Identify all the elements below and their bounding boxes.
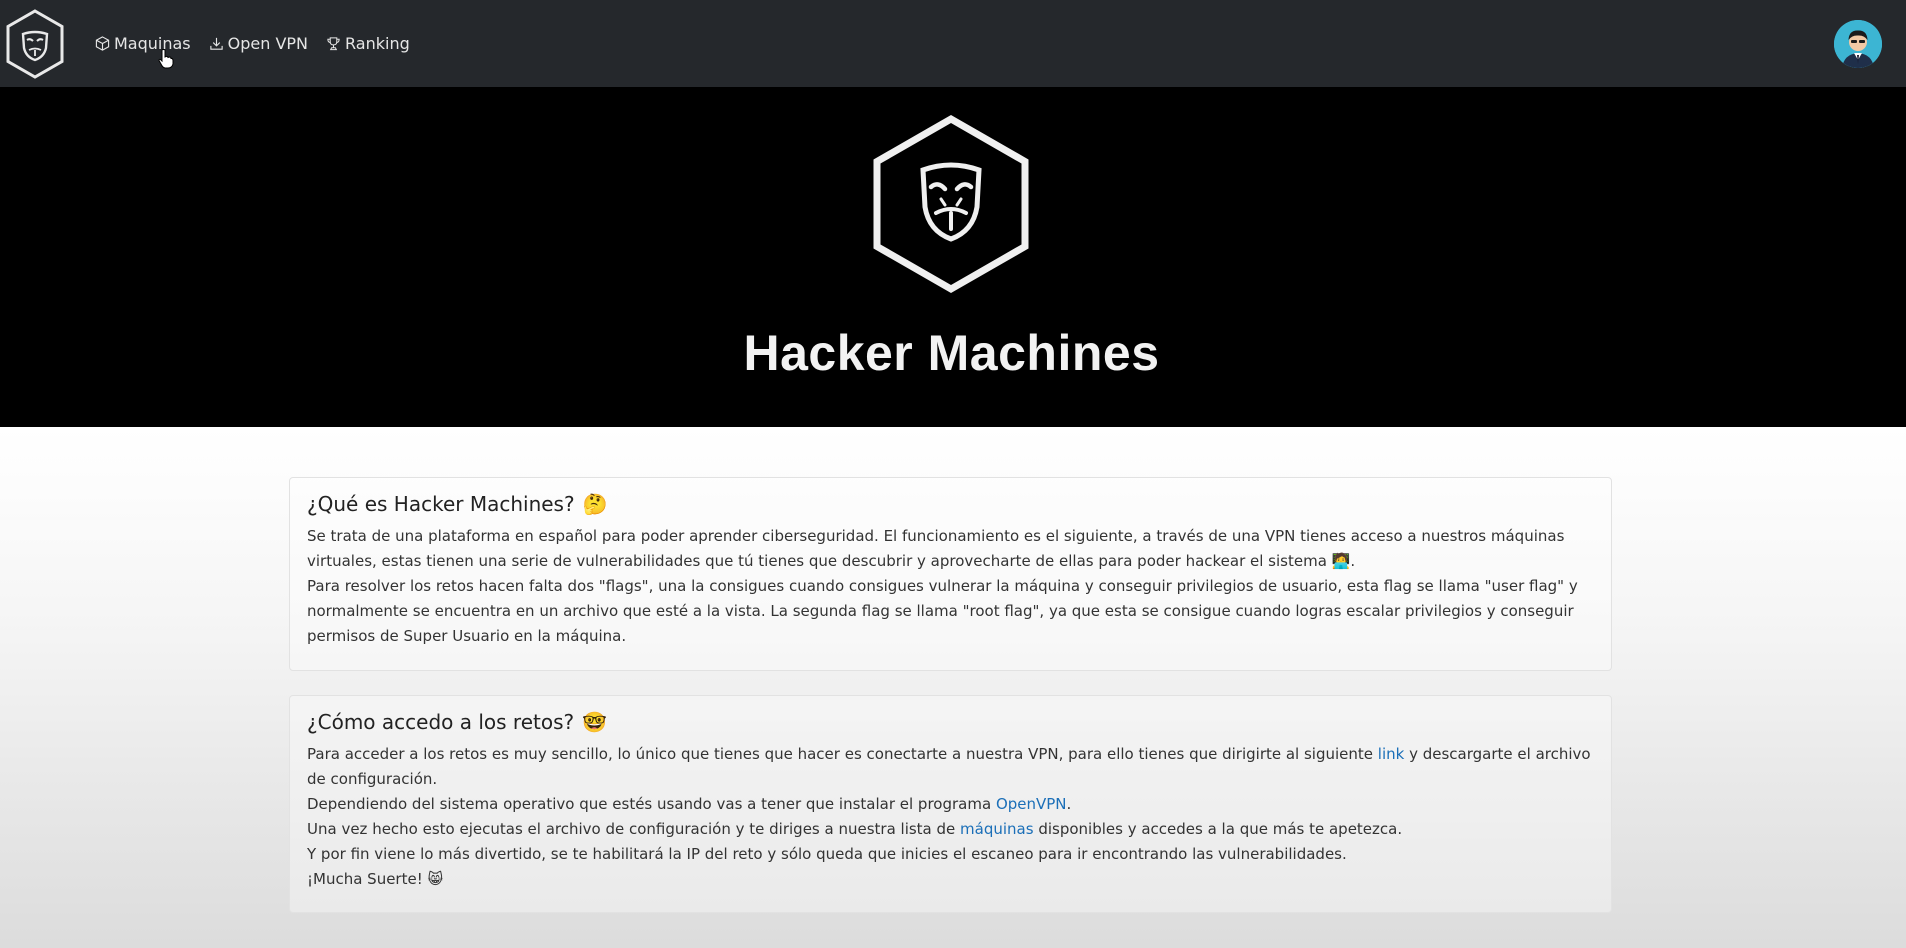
nav-links: Maquinas Open VPN Ranking xyxy=(95,34,428,53)
main-content: ¿Qué es Hacker Machines? 🤔 Se trata de u… xyxy=(0,427,1906,948)
openvpn-link[interactable]: OpenVPN xyxy=(996,795,1067,813)
paragraph-text: ¡Mucha Suerte! xyxy=(307,870,423,888)
nav-link-label: Open VPN xyxy=(227,34,309,53)
nav-link-label: Maquinas xyxy=(114,34,191,53)
nav-link-open-vpn[interactable]: Open VPN xyxy=(209,34,308,53)
cube-icon xyxy=(95,36,110,51)
card-title: ¿Qué es Hacker Machines? 🤔 xyxy=(307,492,1594,516)
trophy-icon xyxy=(327,37,340,51)
hacker-mask-hexagon-icon xyxy=(873,114,1029,294)
paragraph-text: . xyxy=(1066,795,1072,813)
card-paragraph: Dependiendo del sistema operativo que es… xyxy=(307,792,1594,817)
nav-link-maquinas[interactable]: Maquinas xyxy=(95,34,191,53)
paragraph-text: Y por fin viene lo más divertido, se te … xyxy=(307,845,1347,863)
user-avatar[interactable] xyxy=(1834,20,1882,68)
card-title-text: ¿Cómo accedo a los retos? xyxy=(307,710,575,734)
paragraph-text: Se trata de una plataforma en español pa… xyxy=(307,527,1565,570)
paragraph-text: Para acceder a los retos es muy sencillo… xyxy=(307,745,1378,763)
hero-title: Hacker Machines xyxy=(743,325,1160,381)
grinning-cat-emoji-icon: 😸 xyxy=(427,870,444,888)
download-icon xyxy=(209,37,223,50)
nerd-emoji-icon: 🤓 xyxy=(582,710,608,734)
nav-link-label: Ranking xyxy=(345,34,410,53)
hero-banner: Hacker Machines xyxy=(0,87,1906,427)
how-to-access-card: ¿Cómo accedo a los retos? 🤓 Para acceder… xyxy=(289,695,1612,913)
card-paragraph: Para resolver los retos hacen falta dos … xyxy=(307,574,1594,649)
vpn-link[interactable]: link xyxy=(1378,745,1405,763)
card-title-text: ¿Qué es Hacker Machines? xyxy=(307,492,575,516)
hacker-mask-logo-icon[interactable] xyxy=(3,7,67,81)
paragraph-text: Dependiendo del sistema operativo que es… xyxy=(307,795,996,813)
paragraph-text: disponibles y accedes a la que más te ap… xyxy=(1033,820,1403,838)
paragraph-text: Para resolver los retos hacen falta dos … xyxy=(307,577,1578,645)
paragraph-text: Una vez hecho esto ejecutas el archivo d… xyxy=(307,820,961,838)
card-paragraph: Se trata de una plataforma en español pa… xyxy=(307,524,1594,574)
nav-link-ranking[interactable]: Ranking xyxy=(326,34,410,53)
card-paragraph: Para acceder a los retos es muy sencillo… xyxy=(307,742,1594,792)
thinking-emoji-icon: 🤔 xyxy=(582,492,608,516)
card-paragraph: ¡Mucha Suerte! 😸 xyxy=(307,867,1594,892)
technologist-emoji-icon: 🧑‍💻 xyxy=(1331,552,1351,570)
top-navbar: Maquinas Open VPN Ranking xyxy=(0,0,1906,87)
card-paragraph: Una vez hecho esto ejecutas el archivo d… xyxy=(307,817,1594,842)
card-paragraph: Y por fin viene lo más divertido, se te … xyxy=(307,842,1594,867)
card-title: ¿Cómo accedo a los retos? 🤓 xyxy=(307,710,1594,734)
paragraph-text: . xyxy=(1350,552,1356,570)
what-is-card: ¿Qué es Hacker Machines? 🤔 Se trata de u… xyxy=(289,477,1612,671)
machines-link[interactable]: máquinas xyxy=(960,820,1034,838)
